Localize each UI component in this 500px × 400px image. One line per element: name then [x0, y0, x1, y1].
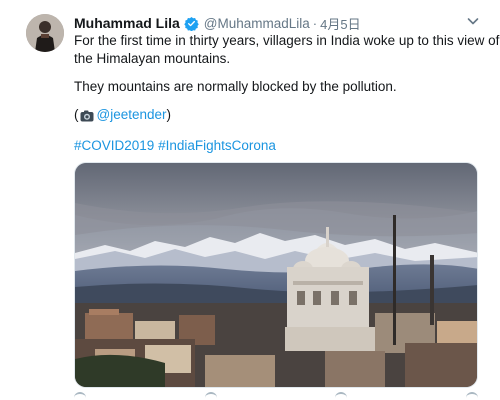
avatar[interactable] — [26, 14, 64, 52]
hashtag-link[interactable]: #IndiaFightsCorona — [158, 138, 276, 153]
credit-close-paren: ) — [166, 107, 172, 122]
tweet[interactable]: Muhammad Lila @MuhammadLila · 4月5日 For t… — [0, 0, 500, 400]
separator-dot: · — [312, 15, 318, 31]
verified-badge-icon — [184, 16, 199, 31]
hashtag-list: #COVID2019 #IndiaFightsCorona — [74, 137, 276, 155]
display-name[interactable]: Muhammad Lila — [74, 15, 180, 31]
tweet-photo[interactable] — [74, 162, 478, 388]
share-icon[interactable] — [465, 392, 478, 400]
photo-credit: ( @jeetender ) — [74, 106, 171, 124]
credit-open-paren: ( — [74, 107, 79, 122]
hashtag-link[interactable]: #COVID2019 — [74, 138, 154, 153]
reply-icon[interactable] — [74, 392, 86, 400]
camera-icon — [80, 109, 94, 122]
mention-link[interactable]: @jeetender — [97, 106, 167, 124]
like-icon[interactable] — [335, 392, 348, 400]
chevron-down-icon[interactable] — [466, 14, 480, 28]
tweet-text-line: They mountains are normally blocked by t… — [74, 79, 397, 94]
tweet-text-line: the Himalayan mountains. — [74, 51, 231, 66]
user-handle[interactable]: @MuhammadLila — [204, 16, 310, 31]
retweet-icon[interactable] — [204, 392, 217, 400]
tweet-date[interactable]: 4月5日 — [320, 14, 360, 33]
tweet-header: Muhammad Lila @MuhammadLila · 4月5日 — [74, 14, 361, 32]
tweet-text-line: For the first time in thirty years, vill… — [74, 33, 500, 48]
tweet-actions — [74, 392, 478, 400]
